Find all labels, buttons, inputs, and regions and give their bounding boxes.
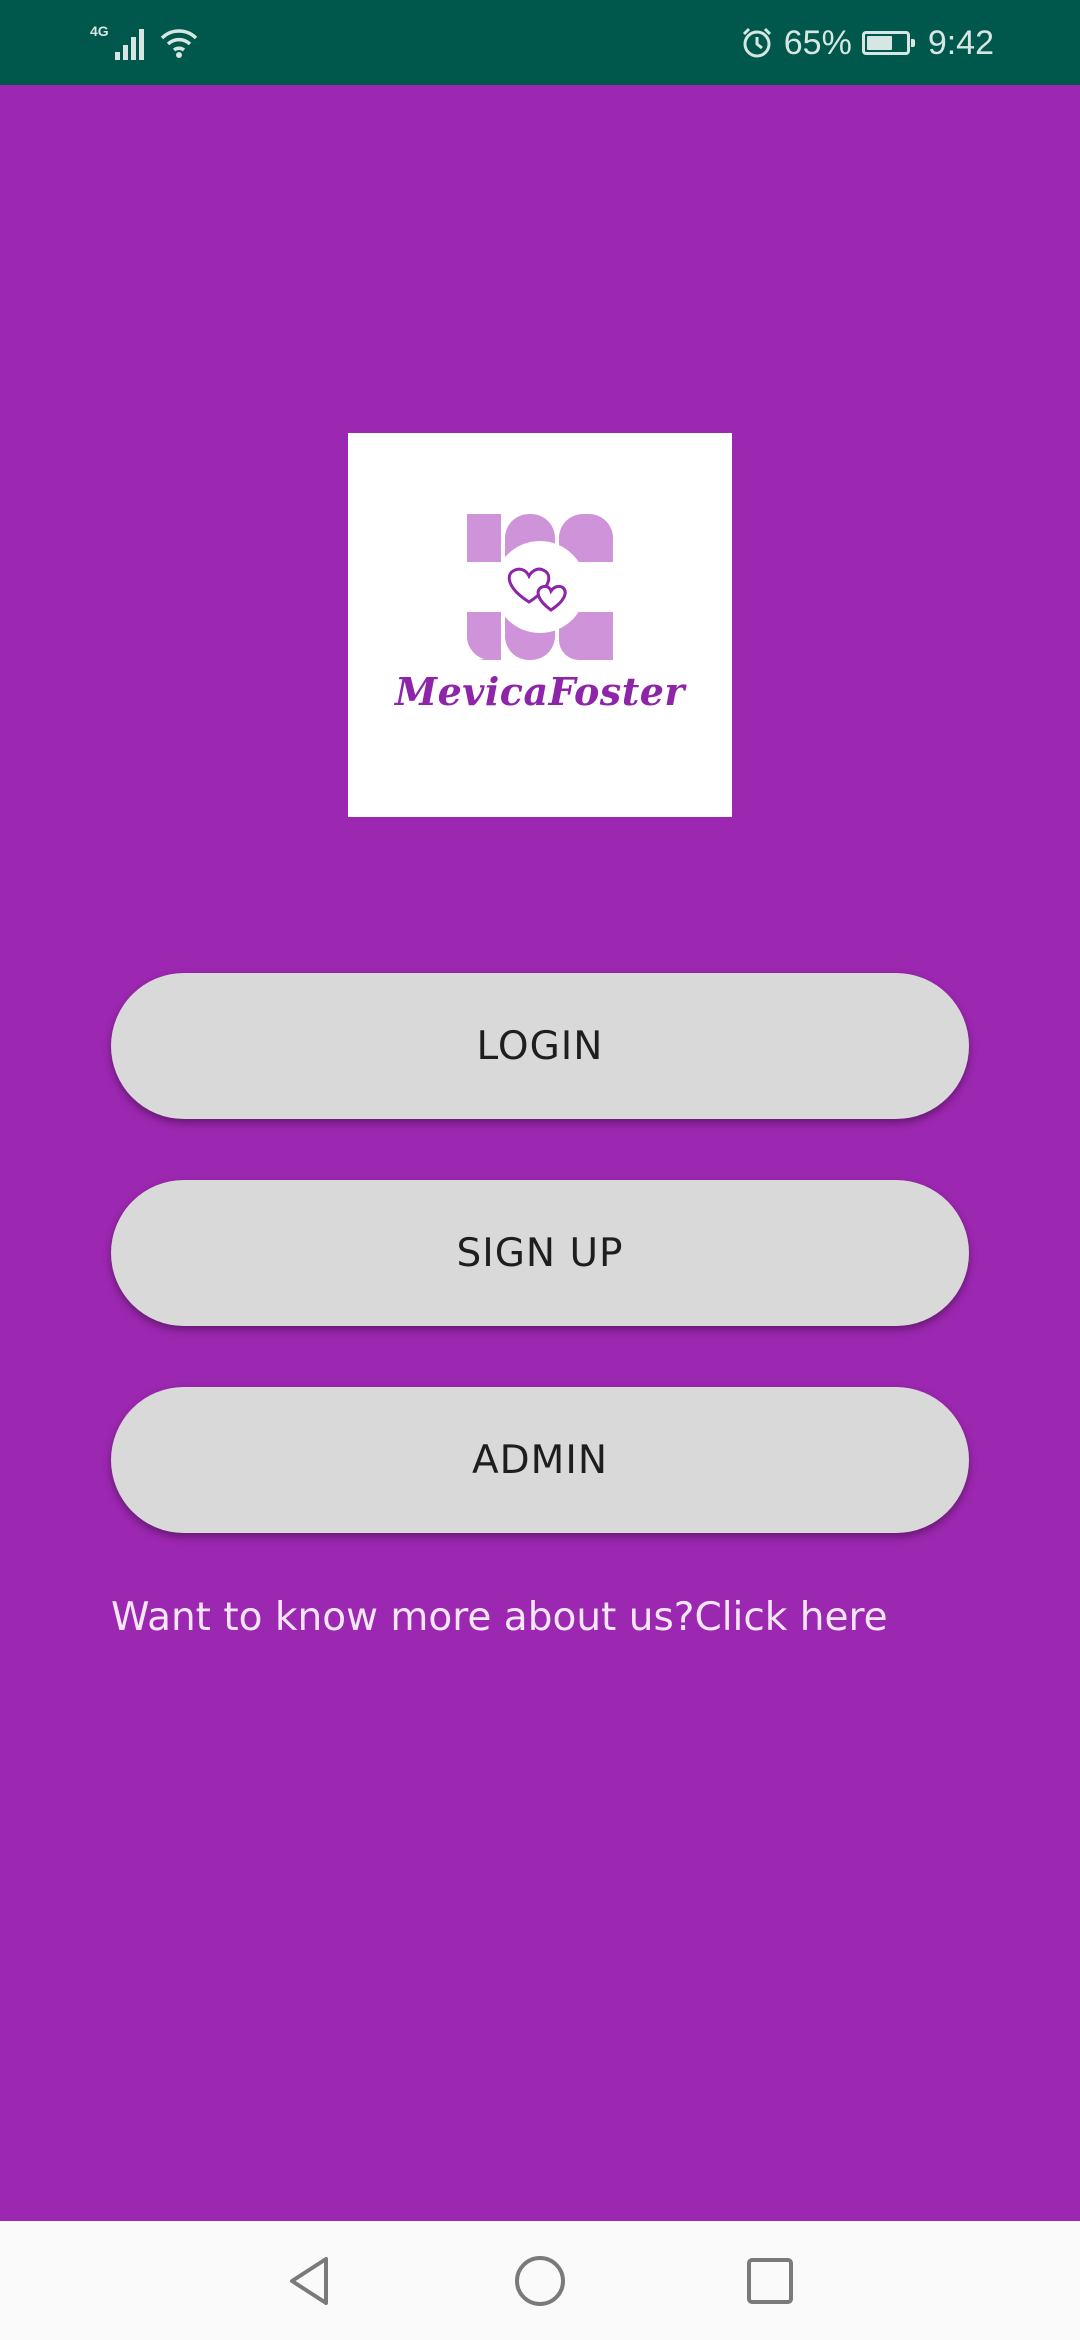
status-bar: 4G 65% 9:42 xyxy=(0,0,1080,85)
status-bar-left: 4G xyxy=(90,20,199,66)
navigation-bar xyxy=(0,2221,1080,2340)
status-bar-right: 65% 9:42 xyxy=(740,20,994,66)
battery-icon xyxy=(861,31,915,55)
sign-up-button[interactable]: SIGN UP xyxy=(111,1180,969,1326)
recent-apps-button[interactable] xyxy=(730,2241,810,2321)
back-icon xyxy=(290,2257,328,2305)
network-type-label: 4G xyxy=(90,23,109,39)
home-button[interactable] xyxy=(500,2241,580,2321)
app-screen: 4G 65% 9:42 MevicaFoster LOGIN SIGN UP A… xyxy=(0,0,1080,2340)
wifi-icon xyxy=(160,29,197,58)
login-button[interactable]: LOGIN xyxy=(111,973,969,1119)
battery-level-fill xyxy=(866,36,892,50)
back-button[interactable] xyxy=(270,2241,350,2321)
about-us-link[interactable]: Want to know more about us?Click here xyxy=(111,1595,888,1640)
battery-percent: 65% xyxy=(783,23,852,62)
home-icon xyxy=(515,2256,565,2306)
brand-name: MevicaFoster xyxy=(395,669,685,714)
hearts-logo-icon xyxy=(467,514,613,660)
app-logo: MevicaFoster xyxy=(348,433,732,817)
signal-icon xyxy=(114,29,144,60)
recent-apps-icon xyxy=(747,2258,793,2304)
admin-button[interactable]: ADMIN xyxy=(111,1387,969,1533)
status-time: 9:42 xyxy=(927,23,994,62)
alarm-icon xyxy=(742,27,771,58)
